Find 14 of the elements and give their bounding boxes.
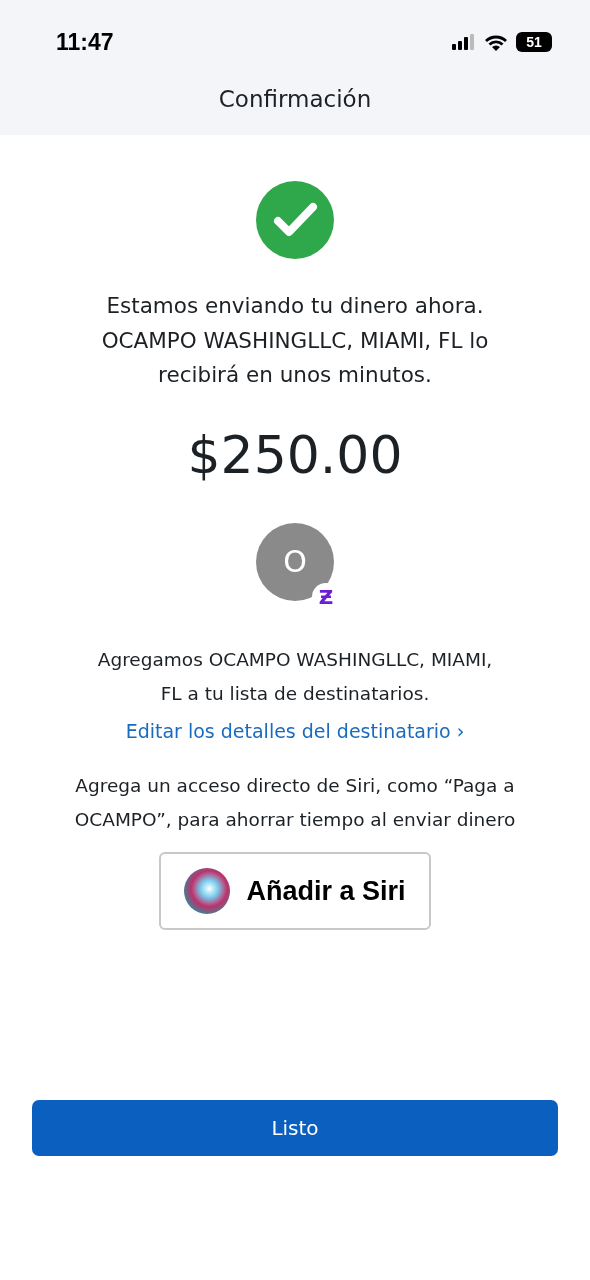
siri-icon bbox=[184, 868, 231, 914]
done-button[interactable]: Listo bbox=[32, 1100, 558, 1156]
battery-indicator: 51 bbox=[516, 32, 552, 52]
success-check-icon bbox=[256, 181, 334, 259]
add-to-siri-button[interactable]: Añadir a Siri bbox=[159, 852, 431, 930]
status-time: 11:47 bbox=[56, 27, 114, 57]
wifi-icon bbox=[484, 33, 508, 51]
status-message: Estamos enviando tu dinero ahora. OCAMPO WASHINGLLC, MIAMI, FL lo recibirá en unos minutos. bbox=[101, 292, 489, 389]
amount: $250.00 bbox=[187, 428, 403, 481]
screen-title: Confirmación bbox=[218, 85, 372, 115]
edit-recipient-link[interactable]: Editar los detalles del destinatario › bbox=[125, 716, 465, 745]
siri-shortcut-note: Agrega un acceso directo de Siri, como “Paga a OCAMPO”, para ahorrar tiempo al enviar dinero bbox=[74, 774, 516, 832]
signal-icon bbox=[452, 34, 476, 50]
recipient-added-note: Agregamos OCAMPO WASHINGLLC, MIAMI, FL a tu lista de destinatarios. bbox=[97, 647, 493, 706]
